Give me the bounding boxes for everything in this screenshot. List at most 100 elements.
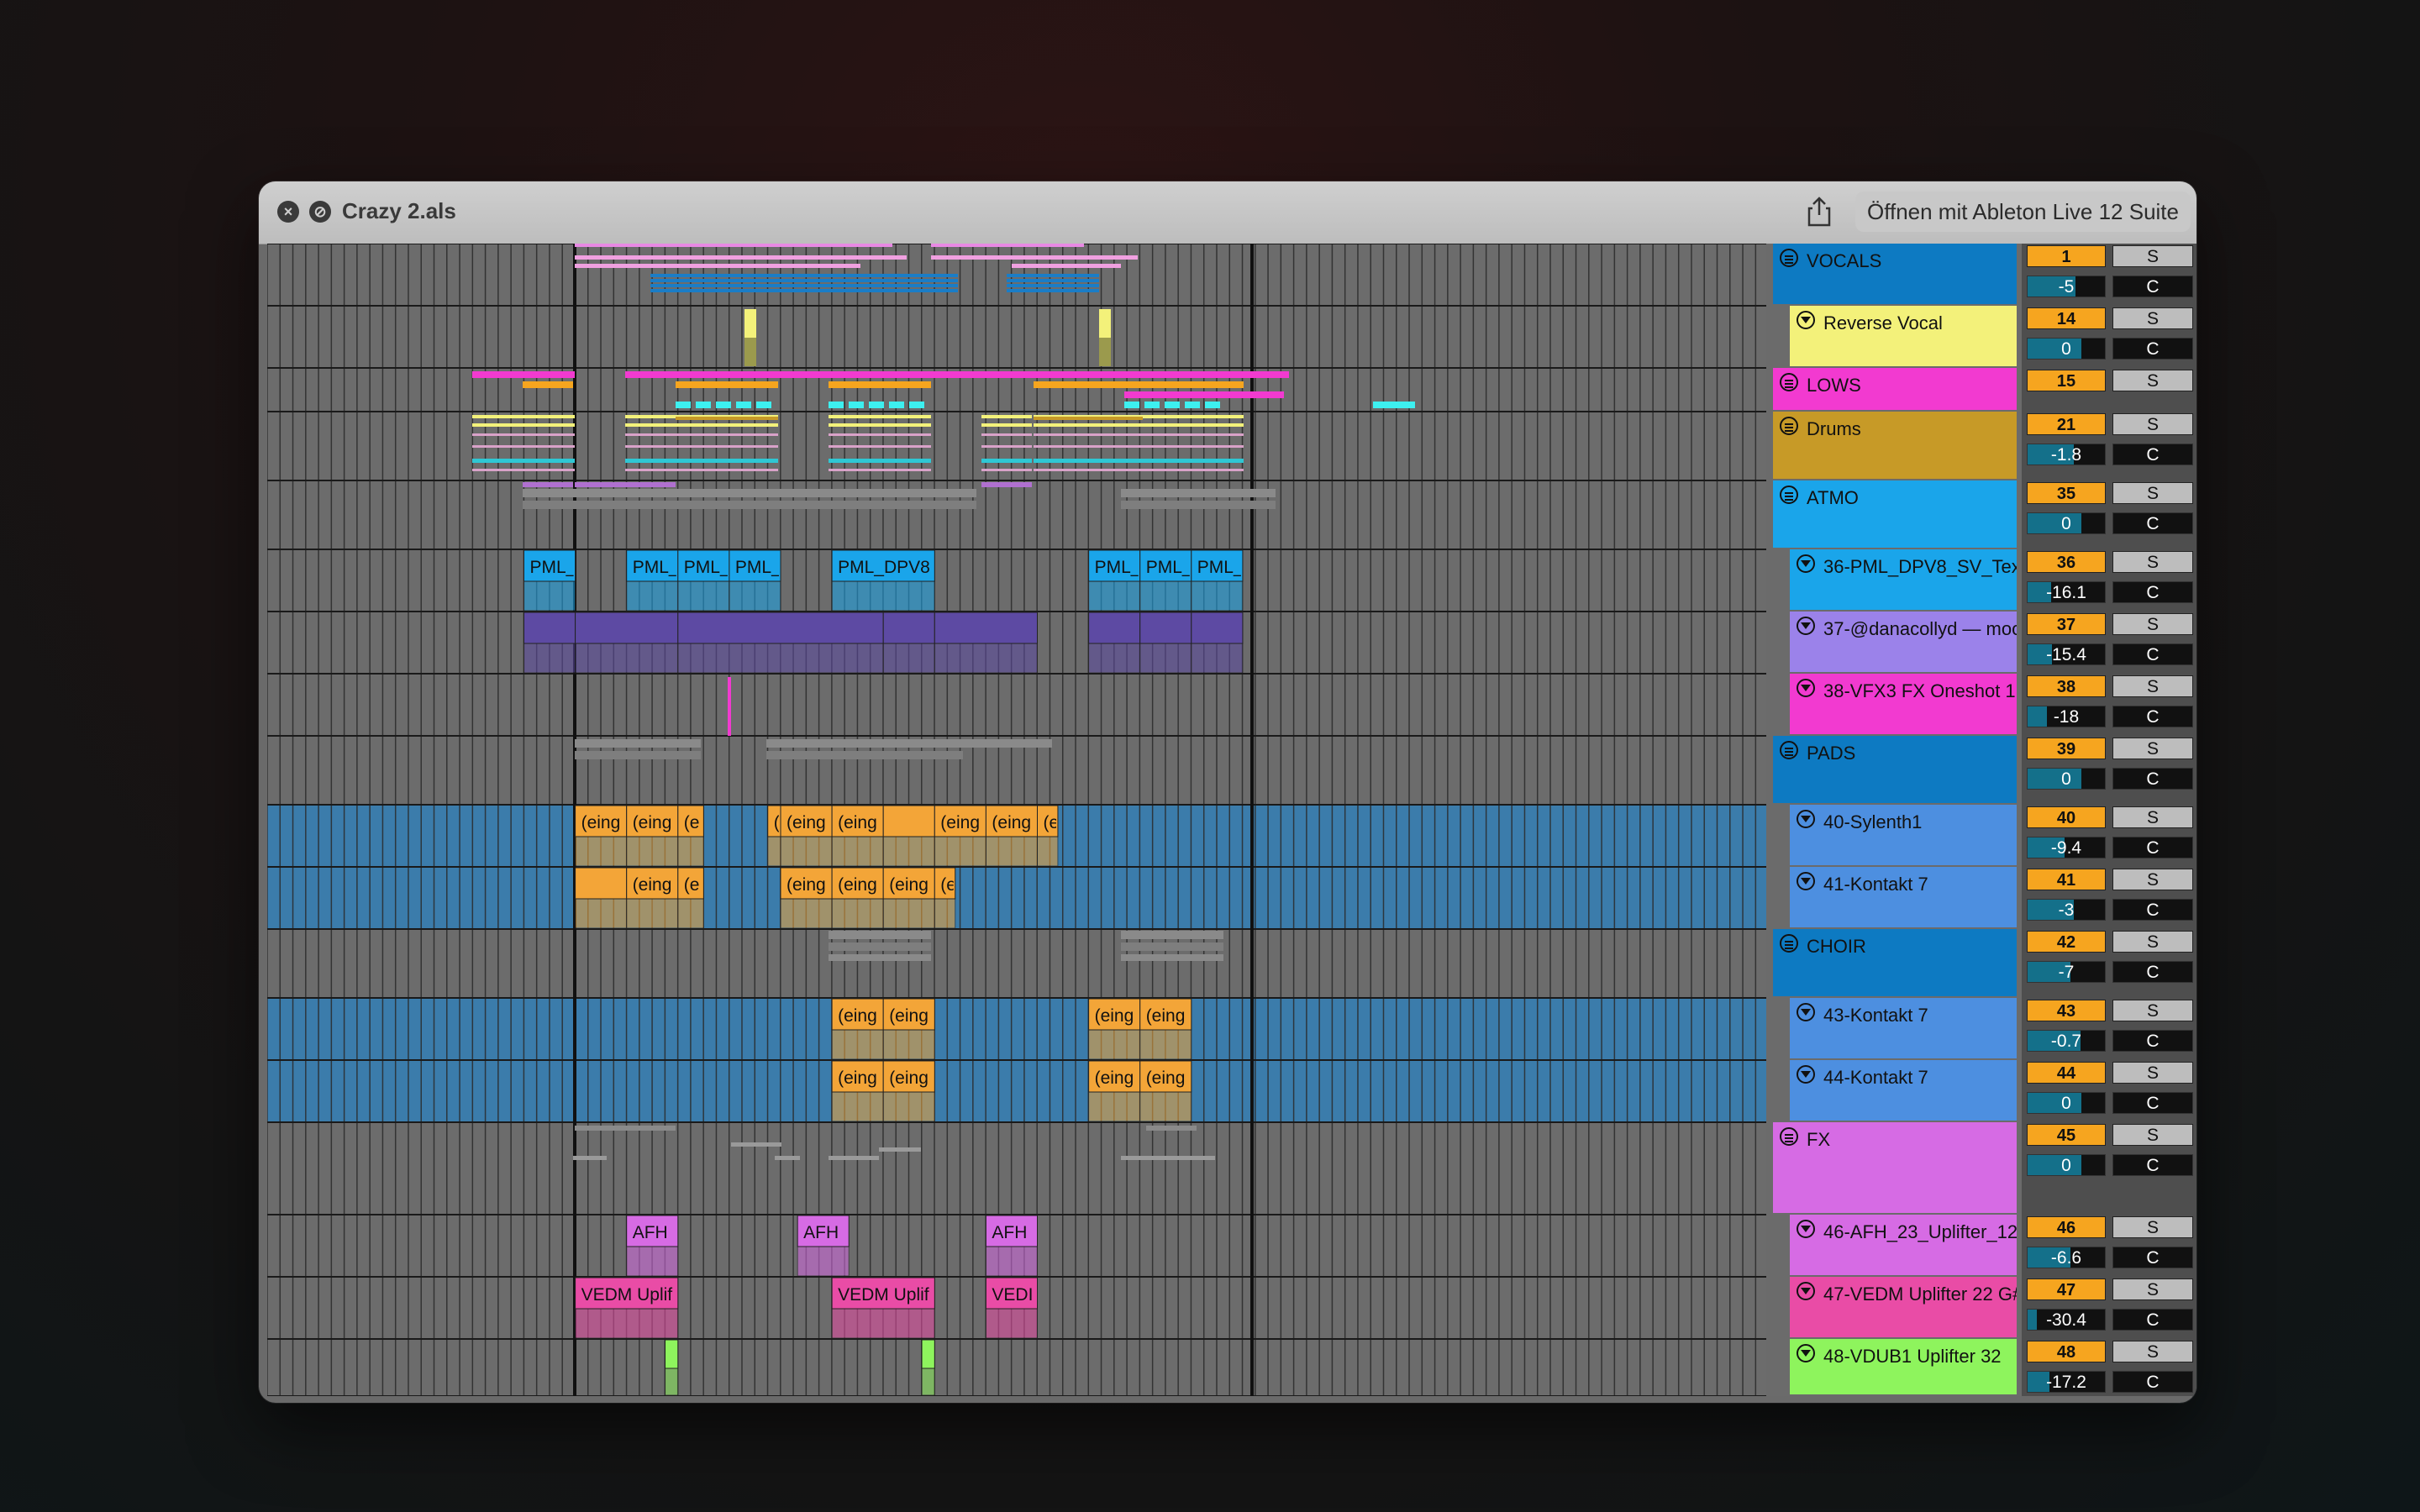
solo-button[interactable]: S [2112, 1124, 2193, 1146]
solo-button[interactable]: S [2112, 806, 2193, 828]
solo-button[interactable]: S [2112, 370, 2193, 391]
track-number[interactable]: 41 [2027, 869, 2106, 890]
track-header[interactable]: 37-@danacollyd — mood [1790, 612, 2017, 672]
volume-field[interactable]: -1.8 [2027, 444, 2106, 465]
group-fold-icon[interactable] [1780, 934, 1798, 953]
share-icon[interactable] [1803, 195, 1835, 228]
volume-field[interactable]: -6.6 [2027, 1247, 2106, 1268]
crossfade-button[interactable]: C [2112, 961, 2193, 983]
crossfade-button[interactable]: C [2112, 1092, 2193, 1114]
solo-button[interactable]: S [2112, 1341, 2193, 1362]
volume-field[interactable]: 0 [2027, 768, 2106, 790]
volume-field[interactable]: -15.4 [2027, 643, 2106, 665]
track-header[interactable]: FX [1773, 1122, 2017, 1213]
track-header[interactable]: 38-VFX3 FX Oneshot 1 [1790, 674, 2017, 734]
track-number[interactable]: 37 [2027, 613, 2106, 635]
crossfade-button[interactable]: C [2112, 1247, 2193, 1268]
crossfade-button[interactable]: C [2112, 1371, 2193, 1393]
volume-field[interactable]: 0 [2027, 338, 2106, 360]
track-header[interactable]: 36-PML_DPV8_SV_Texture [1790, 549, 2017, 610]
track-fold-icon[interactable] [1797, 617, 1815, 635]
crossfade-button[interactable]: C [2112, 276, 2193, 297]
track-header[interactable]: 48-VDUB1 Uplifter 32 [1790, 1339, 2017, 1394]
track-header[interactable]: 46-AFH_23_Uplifter_12 [1790, 1215, 2017, 1275]
track-number[interactable]: 21 [2027, 413, 2106, 435]
volume-field[interactable]: -0.7 [2027, 1030, 2106, 1052]
track-header[interactable]: LOWS [1773, 368, 2017, 410]
volume-field[interactable]: 0 [2027, 512, 2106, 534]
track-header[interactable]: 43-Kontakt 7 [1790, 998, 2017, 1058]
volume-field[interactable]: -16.1 [2027, 581, 2106, 603]
track-number[interactable]: 46 [2027, 1216, 2106, 1238]
track-header[interactable]: 41-Kontakt 7 [1790, 867, 2017, 927]
track-number[interactable]: 36 [2027, 551, 2106, 573]
slash-circle-icon[interactable]: ⊘ [309, 201, 331, 223]
track-fold-icon[interactable] [1797, 1003, 1815, 1021]
solo-button[interactable]: S [2112, 1062, 2193, 1084]
solo-button[interactable]: S [2112, 1216, 2193, 1238]
track-fold-icon[interactable] [1797, 554, 1815, 573]
track-header[interactable]: Drums [1773, 412, 2017, 479]
solo-button[interactable]: S [2112, 307, 2193, 329]
solo-button[interactable]: S [2112, 482, 2193, 504]
volume-field[interactable]: -30.4 [2027, 1309, 2106, 1331]
solo-button[interactable]: S [2112, 413, 2193, 435]
solo-button[interactable]: S [2112, 675, 2193, 697]
crossfade-button[interactable]: C [2112, 1030, 2193, 1052]
solo-button[interactable]: S [2112, 931, 2193, 953]
group-fold-icon[interactable] [1780, 417, 1798, 435]
track-header[interactable]: 47-VEDM Uplifter 22 G# [1790, 1277, 2017, 1337]
track-number[interactable]: 35 [2027, 482, 2106, 504]
crossfade-button[interactable]: C [2112, 512, 2193, 534]
volume-field[interactable]: -5 [2027, 276, 2106, 297]
track-fold-icon[interactable] [1797, 311, 1815, 329]
track-number[interactable]: 43 [2027, 1000, 2106, 1021]
solo-button[interactable]: S [2112, 245, 2193, 267]
crossfade-button[interactable]: C [2112, 1309, 2193, 1331]
track-fold-icon[interactable] [1797, 872, 1815, 890]
track-number[interactable]: 47 [2027, 1278, 2106, 1300]
track-fold-icon[interactable] [1797, 1282, 1815, 1300]
track-number[interactable]: 40 [2027, 806, 2106, 828]
solo-button[interactable]: S [2112, 1278, 2193, 1300]
track-fold-icon[interactable] [1797, 1344, 1815, 1362]
track-number[interactable]: 48 [2027, 1341, 2106, 1362]
close-icon[interactable]: × [277, 201, 299, 223]
volume-field[interactable]: -18 [2027, 706, 2106, 727]
volume-field[interactable]: 0 [2027, 1154, 2106, 1176]
track-fold-icon[interactable] [1797, 1220, 1815, 1238]
crossfade-button[interactable]: C [2112, 768, 2193, 790]
group-fold-icon[interactable] [1780, 486, 1798, 504]
volume-field[interactable]: 0 [2027, 1092, 2106, 1114]
track-header[interactable]: PADS [1773, 736, 2017, 803]
track-fold-icon[interactable] [1797, 810, 1815, 828]
volume-field[interactable]: -9.4 [2027, 837, 2106, 858]
track-header[interactable]: 40-Sylenth1 [1790, 805, 2017, 865]
track-header[interactable]: VOCALS [1773, 244, 2017, 304]
group-fold-icon[interactable] [1780, 249, 1798, 267]
track-header[interactable]: ATMO [1773, 480, 2017, 548]
track-number[interactable]: 39 [2027, 738, 2106, 759]
solo-button[interactable]: S [2112, 551, 2193, 573]
volume-field[interactable]: -7 [2027, 961, 2106, 983]
crossfade-button[interactable]: C [2112, 837, 2193, 858]
crossfade-button[interactable]: C [2112, 706, 2193, 727]
track-header[interactable]: 44-Kontakt 7 [1790, 1060, 2017, 1121]
solo-button[interactable]: S [2112, 738, 2193, 759]
track-number[interactable]: 14 [2027, 307, 2106, 329]
crossfade-button[interactable]: C [2112, 643, 2193, 665]
track-number[interactable]: 42 [2027, 931, 2106, 953]
solo-button[interactable]: S [2112, 613, 2193, 635]
track-number[interactable]: 1 [2027, 245, 2106, 267]
open-with-ableton-button[interactable]: Öffnen mit Ableton Live 12 Suite [1855, 192, 2191, 232]
track-header[interactable]: CHOIR [1773, 929, 2017, 996]
crossfade-button[interactable]: C [2112, 1154, 2193, 1176]
solo-button[interactable]: S [2112, 1000, 2193, 1021]
track-number[interactable]: 44 [2027, 1062, 2106, 1084]
volume-field[interactable]: -3 [2027, 899, 2106, 921]
group-fold-icon[interactable] [1780, 741, 1798, 759]
track-fold-icon[interactable] [1797, 679, 1815, 697]
track-fold-icon[interactable] [1797, 1065, 1815, 1084]
track-number[interactable]: 45 [2027, 1124, 2106, 1146]
group-fold-icon[interactable] [1780, 373, 1798, 391]
